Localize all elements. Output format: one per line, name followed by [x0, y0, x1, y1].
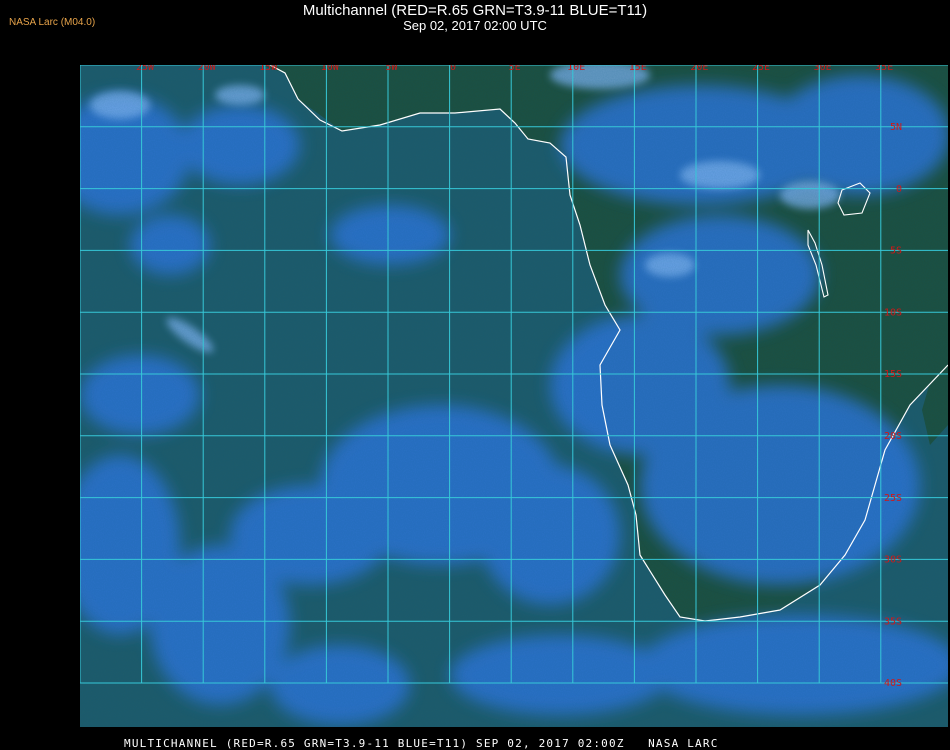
longitude-label: 5W [385, 65, 398, 73]
longitude-label: 20W [198, 65, 217, 73]
satellite-map: 25W 20W 15W 10W 5W 0 5E 10E 15E 20E 25E 30E 35E 5N 0 5S… [80, 65, 948, 727]
image-texture [80, 65, 948, 727]
latitude-label: 10S [884, 307, 902, 318]
longitude-label: 15W [259, 65, 278, 73]
longitude-label: 5E [509, 65, 521, 73]
image-title: Multichannel (RED=R.65 GRN=T3.9-11 BLUE=… [302, 2, 648, 19]
latitude-label: 35S [884, 616, 902, 627]
longitude-label: 15E [629, 65, 647, 73]
longitude-label: 10E [567, 65, 585, 73]
latitude-label: 30S [884, 555, 902, 566]
latitude-label: 20S [884, 431, 902, 442]
latitude-label: 40S [884, 678, 902, 689]
latitude-label: 5S [890, 246, 902, 257]
latitude-label: 5N [890, 122, 902, 133]
longitude-label: 35E [875, 65, 893, 73]
latitude-label: 25S [884, 493, 902, 504]
longitude-label: 0 [450, 65, 456, 73]
latitude-label: 0 [896, 184, 902, 195]
longitude-label: 10W [321, 65, 340, 73]
longitude-label: 20E [690, 65, 708, 73]
longitude-label: 30E [814, 65, 832, 73]
footer-caption: MULTICHANNEL (RED=R.65 GRN=T3.9-11 BLUE=… [124, 737, 719, 750]
longitude-label: 25W [136, 65, 155, 73]
image-timestamp: Sep 02, 2017 02:00 UTC [403, 18, 547, 33]
latitude-label: 15S [884, 369, 902, 380]
longitude-label: 25E [752, 65, 770, 73]
